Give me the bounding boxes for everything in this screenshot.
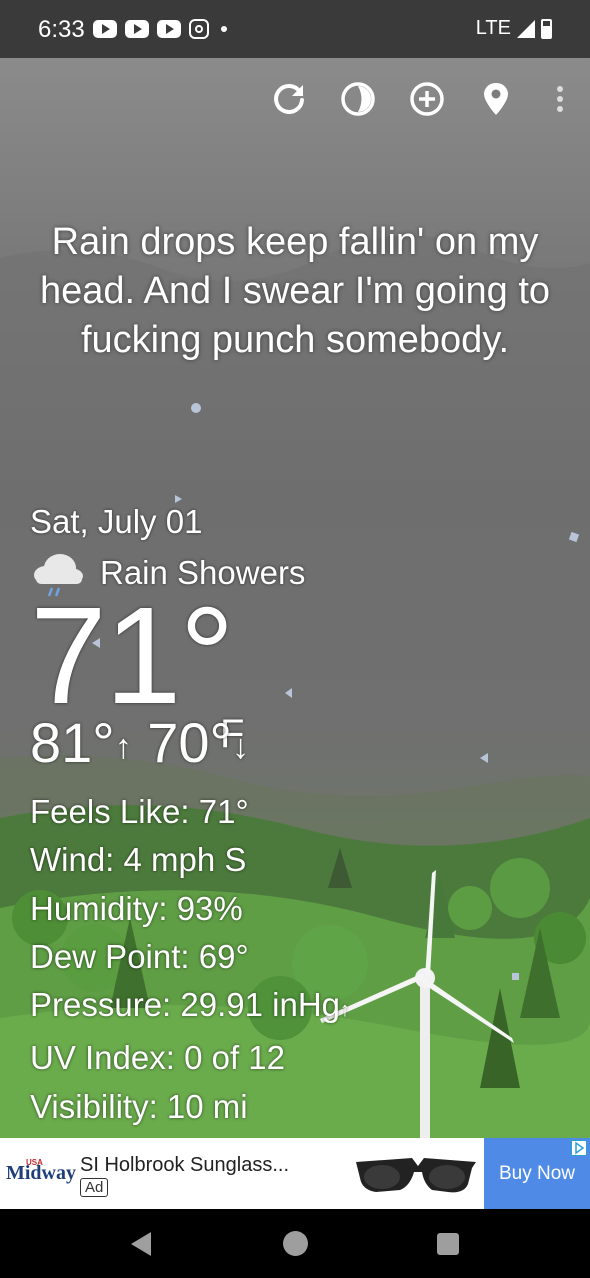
refresh-icon [273, 84, 304, 114]
status-time: 6:33 [38, 16, 85, 43]
recents-icon[interactable] [437, 1233, 459, 1255]
forecast-date: Sat, July 01 [30, 503, 203, 540]
battery-icon [541, 18, 552, 39]
weather-details: Feels Like: 71° Wind: 4 mph S Humidity: … [30, 788, 350, 1131]
uv-index: UV Index: 0 of 12 [30, 1039, 285, 1077]
pressure-row: Pressure: 29.91 inHg↑ [30, 981, 350, 1034]
wind: Wind: 4 mph S [30, 841, 247, 879]
current-temperature: 71° F [30, 586, 244, 756]
network-type: LTE [475, 17, 511, 39]
humidity: Humidity: 93% [30, 889, 243, 927]
status-right: LTE [476, 17, 552, 40]
back-icon[interactable] [131, 1232, 151, 1256]
toolbar [254, 78, 590, 120]
temperature-value: 71° [30, 579, 235, 733]
arrow-down-icon: ↓ [231, 728, 249, 767]
navigation-bar [0, 1209, 590, 1278]
youtube-icon [125, 20, 149, 38]
location-button[interactable] [461, 78, 530, 120]
visibility: Visibility: 10 mi [30, 1087, 248, 1125]
high-low: 81°↑ 70°↓ [30, 711, 249, 779]
theme-button[interactable] [323, 78, 392, 120]
logo-text: Midway [6, 1162, 76, 1184]
pressure-trend-icon: ↑ [340, 999, 351, 1022]
high-temp: 81° [30, 711, 115, 774]
dew-point: Dew Point: 69° [30, 937, 249, 975]
ad-title[interactable]: SI Holbrook Sunglass... [80, 1154, 289, 1177]
more-vert-icon [557, 86, 563, 112]
youtube-icon [157, 20, 181, 38]
youtube-icon [93, 20, 117, 38]
ad-banner[interactable]: USA Midway SI Holbrook Sunglass... Ad Bu… [0, 1138, 590, 1209]
ad-badge: Ad [80, 1178, 109, 1197]
home-icon[interactable] [283, 1231, 308, 1256]
sunglasses-image [356, 1158, 476, 1193]
instagram-icon [189, 19, 209, 39]
status-bar: 6:33 LTE [0, 0, 590, 58]
arrow-up-icon: ↑ [114, 728, 132, 767]
overflow-menu-button[interactable] [530, 78, 590, 120]
weather-quote: Rain drops keep fallin' on my head. And … [40, 221, 551, 361]
adchoices-icon[interactable] [571, 1140, 587, 1156]
signal-icon [517, 19, 535, 38]
location-pin-icon [483, 83, 508, 115]
notification-icons [93, 19, 227, 39]
theme-icon [340, 82, 375, 116]
weather-scene: Rain drops keep fallin' on my head. And … [0, 58, 590, 1138]
low-temp: 70° [147, 711, 232, 774]
add-location-icon [409, 82, 444, 116]
pressure: Pressure: 29.91 inHg [30, 986, 341, 1024]
midway-logo: USA Midway [6, 1158, 76, 1188]
add-location-button[interactable] [392, 78, 461, 120]
feels-like: Feels Like: 71° [30, 793, 249, 830]
refresh-button[interactable] [254, 78, 323, 120]
more-notifications-dot-icon [221, 26, 227, 32]
